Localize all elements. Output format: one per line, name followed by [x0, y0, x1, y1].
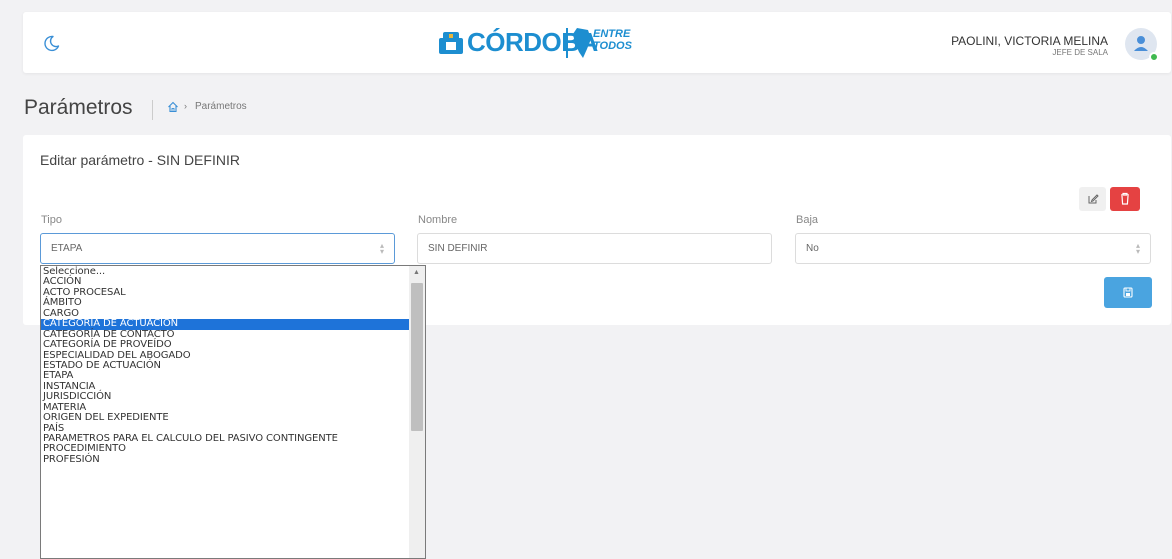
- logo-entre-todos: ENTRE TODOS: [593, 28, 632, 52]
- dropdown-option[interactable]: PROFESIÓN: [41, 454, 409, 465]
- dropdown-option[interactable]: ACTO PROCESAL: [41, 287, 409, 298]
- baja-select-value: No: [806, 243, 819, 254]
- nombre-input-value: SIN DEFINIR: [428, 243, 488, 254]
- dropdown-option[interactable]: Seleccione...: [41, 266, 409, 277]
- baja-select[interactable]: No ▴ ▾: [795, 233, 1151, 264]
- edit-icon: [1088, 194, 1099, 204]
- dropdown-option[interactable]: ORIGEN DEL EXPEDIENTE: [41, 412, 409, 423]
- top-bar: CÓRDOBA ENTRE TODOS PAOLINI, VICTORIA ME…: [23, 12, 1171, 73]
- select-arrows-icon: ▴ ▾: [379, 241, 384, 256]
- cordoba-logo: CÓRDOBA ENTRE TODOS: [437, 26, 632, 60]
- user-name: PAOLINI, VICTORIA MELINA: [951, 34, 1108, 48]
- save-button[interactable]: [1104, 277, 1152, 308]
- logo-separator: [566, 28, 568, 58]
- nombre-label: Nombre: [418, 214, 458, 226]
- tipo-label: Tipo: [41, 214, 62, 226]
- breadcrumb-current: Parámetros: [195, 101, 247, 112]
- dropdown-options: Seleccione... ACCIÓN ACTO PROCESAL ÁMBITO CA…: [41, 266, 409, 465]
- nombre-input[interactable]: SIN DEFINIR: [417, 233, 772, 264]
- dropdown-scrollbar[interactable]: ▲: [409, 266, 425, 558]
- scroll-up-arrow-icon[interactable]: ▲: [413, 269, 420, 276]
- page-title: Parámetros: [24, 96, 133, 119]
- tipo-dropdown-list[interactable]: Seleccione... ACCIÓN ACTO PROCESAL ÁMBITO CA…: [40, 265, 426, 559]
- home-icon[interactable]: [167, 101, 179, 113]
- trash-icon: [1121, 192, 1129, 205]
- online-status-dot: [1149, 52, 1159, 62]
- dropdown-option[interactable]: ETAPA: [41, 370, 409, 381]
- coat-of-arms-icon: [439, 32, 463, 54]
- breadcrumb-chevron-icon: ›: [184, 101, 187, 111]
- dropdown-option[interactable]: ESTADO DE ACTUACIÓN: [41, 360, 409, 371]
- select-arrows-icon: ▴ ▾: [1135, 241, 1140, 256]
- breadcrumb-separator: [152, 100, 153, 120]
- card-title: Editar parámetro - SIN DEFINIR: [40, 152, 240, 168]
- baja-label: Baja: [796, 214, 819, 226]
- province-map-icon: [573, 28, 591, 58]
- theme-toggle-moon-icon[interactable]: [41, 32, 63, 54]
- floppy-disk-icon: [1123, 287, 1133, 298]
- dropdown-option[interactable]: ÁMBITO: [41, 297, 409, 308]
- tipo-select[interactable]: ETAPA ▴ ▾: [40, 233, 395, 264]
- delete-button[interactable]: [1110, 187, 1140, 211]
- scroll-thumb[interactable]: [411, 283, 423, 431]
- edit-button[interactable]: [1079, 187, 1106, 211]
- dropdown-option[interactable]: CATEGORÍA DE PROVEÍDO: [41, 339, 409, 350]
- tipo-select-value: ETAPA: [51, 243, 83, 254]
- user-role: JEFE DE SALA: [1052, 48, 1108, 57]
- dropdown-option[interactable]: JURISDICCIÓN: [41, 391, 409, 402]
